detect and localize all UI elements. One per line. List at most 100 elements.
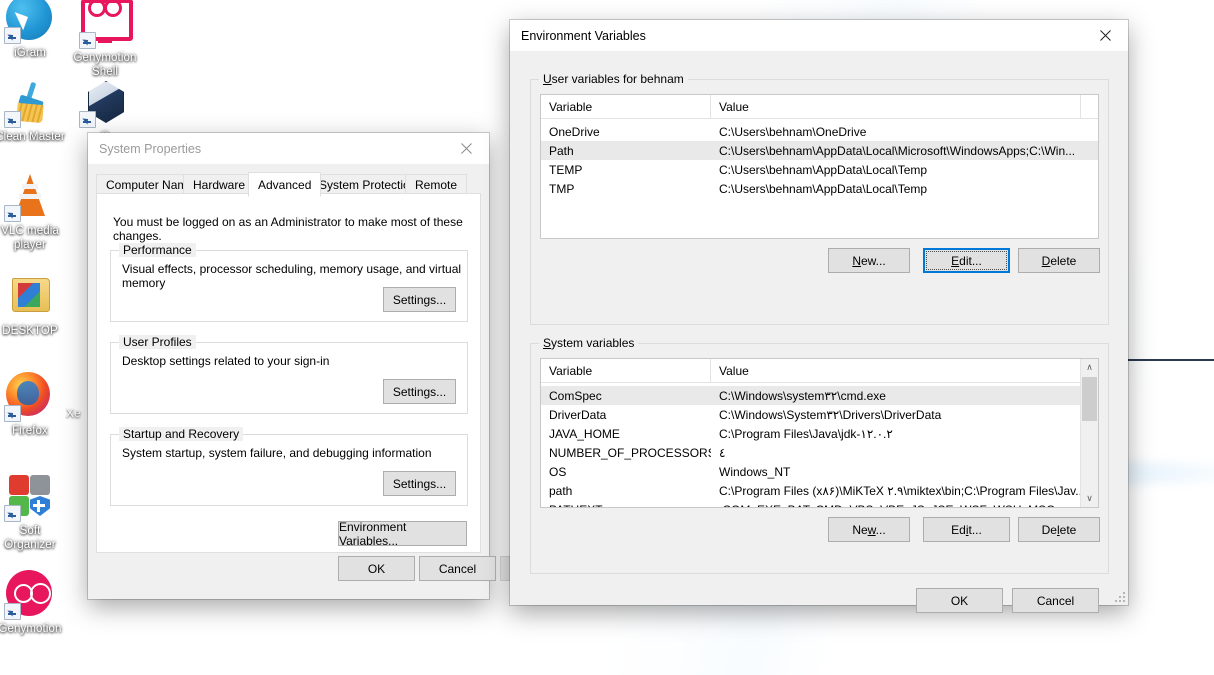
genymotion-shell-icon	[79, 0, 133, 49]
close-icon[interactable]	[1082, 20, 1128, 51]
table-row[interactable]: PATHEXT .COM;.EXE;.BAT;.CMD;.VBS;.VBE;.J…	[541, 500, 1098, 508]
shortcut-overlay-icon	[79, 32, 96, 49]
performance-groupbox: Performance Visual effects, processor sc…	[110, 243, 468, 322]
folder-icon	[6, 272, 54, 320]
shortcut-overlay-icon	[4, 111, 21, 128]
desktop-icon-firefox[interactable]: Firefox	[0, 372, 78, 438]
system-properties-cancel-button[interactable]: Cancel	[419, 556, 496, 581]
vlc-cone-icon	[4, 172, 54, 222]
admin-note: You must be logged on as an Administrato…	[113, 215, 463, 243]
desktop-icon-genymotion[interactable]: Genymotion	[0, 570, 78, 636]
system-edit-button[interactable]: Edit...	[923, 517, 1010, 542]
environment-variables-dialog[interactable]: Environment Variables User variables for…	[510, 20, 1128, 613]
clean-master-icon	[4, 78, 54, 128]
column-header-spacer	[1081, 95, 1098, 118]
soft-organizer-icon	[4, 472, 54, 522]
system-properties-tabstrip[interactable]: Computer Name Hardware Advanced System P…	[96, 172, 481, 197]
user-var-name: TEMP	[549, 162, 583, 177]
environment-variables-title: Environment Variables	[521, 28, 646, 43]
system-variables-scrollbar[interactable]: ∧ ∨	[1080, 359, 1098, 507]
sys-var-name: OS	[549, 464, 567, 479]
performance-group-caption: Performance	[119, 243, 196, 257]
shortcut-overlay-icon	[79, 111, 96, 128]
close-icon[interactable]	[443, 133, 489, 164]
system-variables-list-header[interactable]: Variable Value	[541, 359, 1098, 383]
performance-description: Visual effects, processor scheduling, me…	[122, 262, 462, 290]
user-profiles-description: Desktop settings related to your sign-in	[122, 354, 330, 368]
system-properties-dialog[interactable]: System Properties Computer Name Hardware…	[88, 133, 577, 599]
system-new-button[interactable]: New...	[828, 517, 910, 542]
desktop-icon-label-2: Organizer	[4, 539, 56, 551]
desktop-icon-label: VLC media	[1, 225, 59, 237]
user-variables-groupbox: User variables for behnam Variable Value…	[530, 72, 1109, 325]
environment-variables-titlebar[interactable]: Environment Variables	[510, 20, 1128, 51]
desktop-icon-label-2: Shell	[91, 66, 119, 78]
table-row[interactable]: OneDrive C:\Users\behnam\OneDrive	[541, 122, 1098, 141]
startup-recovery-group-caption: Startup and Recovery	[119, 427, 244, 441]
system-properties-ok-button[interactable]: OK	[338, 556, 415, 581]
desktop-icon-genymotion-shell[interactable]: Genymotion Shell	[57, 0, 153, 79]
system-properties-body: Computer Name Hardware Advanced System P…	[88, 164, 577, 599]
sys-var-value: C:\Windows\System۳۲\Drivers\DriverData	[719, 407, 942, 422]
table-row[interactable]: Path C:\Users\behnam\AppData\Local\Micro…	[541, 141, 1098, 160]
advanced-tab-pane: You must be logged on as an Administrato…	[96, 193, 481, 553]
user-edit-button[interactable]: Edit...	[923, 248, 1010, 273]
table-row[interactable]: OS Windows_NT	[541, 462, 1098, 481]
table-row[interactable]: path C:\Program Files (x۸۶)\MiKTeX ۲.۹\m…	[541, 481, 1098, 500]
table-row[interactable]: TEMP C:\Users\behnam\AppData\Local\Temp	[541, 160, 1098, 179]
shortcut-overlay-icon	[4, 505, 21, 522]
sys-var-name: path	[549, 483, 573, 498]
scroll-up-icon[interactable]: ∧	[1081, 359, 1098, 376]
sys-var-name: DriverData	[549, 407, 607, 422]
table-row[interactable]: TMP C:\Users\behnam\AppData\Local\Temp	[541, 179, 1098, 198]
column-header-variable[interactable]: Variable	[541, 95, 711, 118]
column-header-value[interactable]: Value	[711, 95, 1081, 118]
scroll-down-icon[interactable]: ∨	[1081, 490, 1098, 507]
resize-grip[interactable]	[1113, 590, 1125, 602]
desktop-icon-label: Soft	[19, 525, 41, 537]
user-profiles-groupbox: User Profiles Desktop settings related t…	[110, 335, 468, 414]
sys-var-value: C:\Program Files\Java\jdk-۱۲.۰.۲	[719, 426, 893, 441]
table-row[interactable]: NUMBER_OF_PROCESSORS ٤	[541, 443, 1098, 462]
desktop-icon-label: Firefox	[12, 425, 48, 437]
tab-remote[interactable]: Remote	[405, 174, 468, 195]
user-variables-rows: OneDrive C:\Users\behnam\OneDrive Path C…	[541, 119, 1098, 198]
user-var-value: C:\Users\behnam\AppData\Local\Microsoft\…	[719, 143, 1076, 158]
desktop-icon-label-2: player	[14, 239, 46, 251]
startup-recovery-description: System startup, system failure, and debu…	[122, 446, 432, 460]
sys-var-name: PATHEXT	[541, 503, 711, 508]
table-row[interactable]: DriverData C:\Windows\System۳۲\Drivers\D…	[541, 405, 1098, 424]
column-header-variable[interactable]: Variable	[541, 359, 711, 382]
desktop-icon-vlc[interactable]: VLC media player	[0, 172, 78, 252]
environment-variables-button[interactable]: Environment Variables...	[338, 520, 467, 548]
user-profiles-settings-button[interactable]: Settings...	[383, 379, 456, 404]
desktop-icon-soft-organizer[interactable]: Soft Organizer	[0, 472, 78, 552]
tab-advanced[interactable]: Advanced	[248, 172, 322, 197]
startup-recovery-settings-button[interactable]: Settings...	[383, 471, 456, 496]
user-var-name: Path	[549, 143, 574, 158]
sys-var-name: ComSpec	[549, 388, 602, 403]
desktop-icon-desktop-folder[interactable]: DESKTOP	[0, 272, 78, 338]
sys-var-value: C:\Windows\system۳۲\cmd.exe	[719, 388, 886, 403]
system-properties-titlebar[interactable]: System Properties	[88, 133, 489, 164]
firefox-icon	[4, 372, 54, 422]
env-cancel-button[interactable]: Cancel	[1012, 588, 1099, 613]
igram-icon	[4, 0, 54, 44]
system-variables-list[interactable]: Variable Value ComSpec C:\Windows\system…	[540, 358, 1099, 508]
scrollbar-thumb[interactable]	[1082, 377, 1097, 421]
table-row[interactable]: ComSpec C:\Windows\system۳۲\cmd.exe	[541, 386, 1098, 405]
column-header-value[interactable]: Value	[711, 359, 1081, 382]
tab-hardware[interactable]: Hardware	[183, 174, 256, 195]
sys-var-value: C:\Program Files (x۸۶)\MiKTeX ۲.۹\miktex…	[719, 483, 1086, 498]
user-new-button[interactable]: New...	[828, 248, 910, 273]
env-ok-button[interactable]: OK	[916, 588, 1003, 613]
table-row[interactable]: JAVA_HOME C:\Program Files\Java\jdk-۱۲.۰…	[541, 424, 1098, 443]
user-variables-list[interactable]: Variable Value OneDrive C:\Users\behnam\…	[540, 94, 1099, 239]
desktop-icon-label: Genymotion	[0, 623, 62, 635]
system-delete-button[interactable]: Delete	[1018, 517, 1100, 542]
performance-settings-button[interactable]: Settings...	[383, 287, 456, 312]
user-delete-button[interactable]: Delete	[1018, 248, 1100, 273]
sys-var-value: .COM;.EXE;.BAT;.CMD;.VBS;.VBE;.JS;.JSE;.…	[711, 503, 1098, 508]
user-variables-list-header[interactable]: Variable Value	[541, 95, 1098, 119]
desktop-icon-label-xe: Xe	[66, 406, 81, 420]
